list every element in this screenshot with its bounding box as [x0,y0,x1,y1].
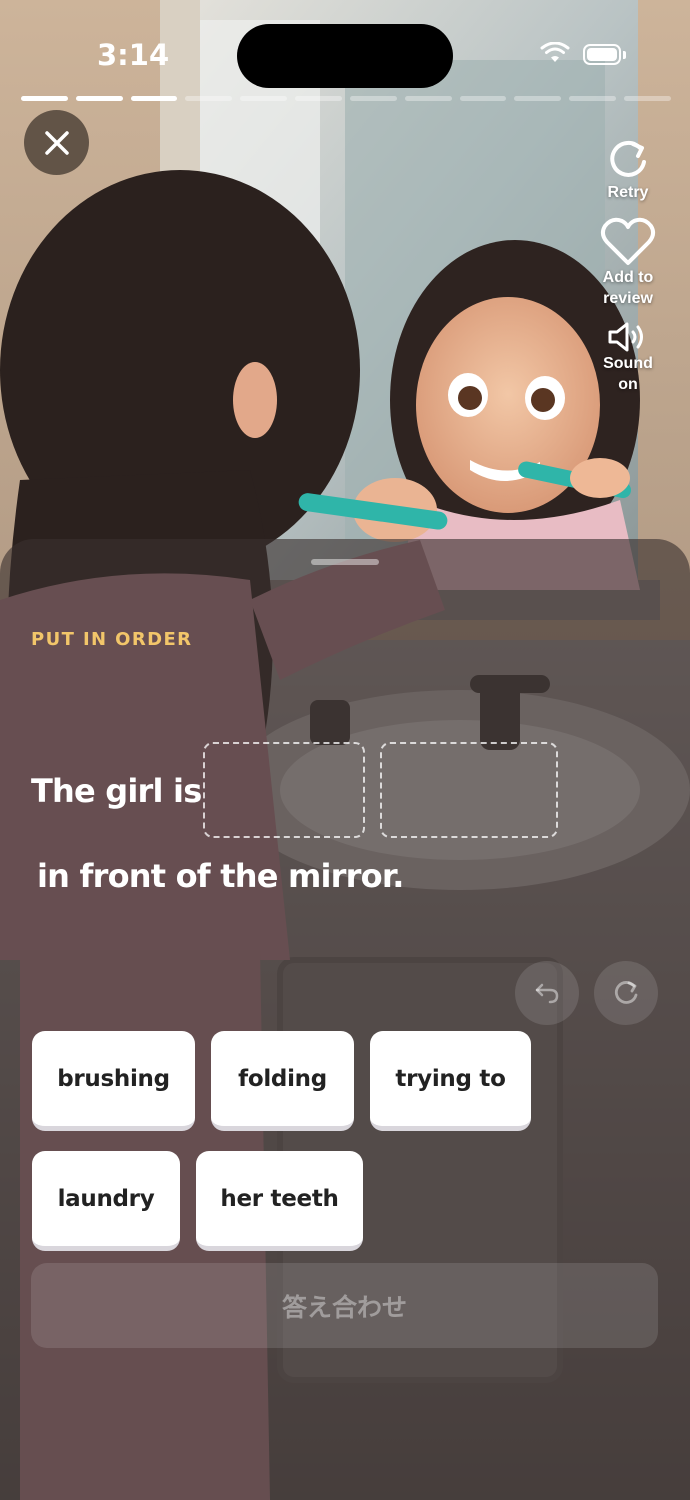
battery-icon [583,44,621,65]
side-actions: Retry Add to review Sound on [580,138,676,407]
word-chip-folding[interactable]: folding [211,1031,354,1131]
heart-icon [600,217,656,265]
sentence-end: in front of the mirror. [37,857,404,895]
redo-button[interactable] [594,961,658,1025]
progress-segment [21,96,68,101]
progress-segment [185,96,233,101]
retry-icon [610,140,646,177]
wifi-icon [540,42,570,62]
redo-icon [614,981,638,1004]
close-button[interactable] [24,110,89,175]
check-answer-button[interactable]: 答え合わせ [31,1263,658,1348]
add-to-review-button[interactable]: Add to review [593,215,663,309]
sheet-handle[interactable] [311,559,379,565]
progress-segment [240,96,288,101]
progress-segment [404,96,452,101]
progress-segment [624,96,671,101]
undo-icon [535,983,559,1004]
sound-label: Sound on [603,355,653,393]
exercise-sheet: PUT IN ORDER The girl is in front of the… [0,539,690,1500]
sentence-start: The girl is [31,772,202,810]
progress-segment [514,96,562,101]
retry-button[interactable]: Retry [607,138,649,203]
undo-button[interactable] [515,961,579,1025]
retry-label: Retry [607,184,649,201]
lesson-progress-bar [21,96,671,101]
status-time: 3:14 [97,38,170,72]
battery-tip [623,51,626,59]
progress-segment [349,96,397,101]
progress-segment [459,96,507,101]
word-chip-brushing[interactable]: brushing [32,1031,195,1131]
word-chip-her-teeth[interactable]: her teeth [196,1151,363,1251]
dynamic-island [237,24,453,88]
close-icon [44,130,69,155]
speaker-icon [608,322,643,352]
answer-slot-1[interactable] [203,742,365,838]
sound-toggle[interactable]: Sound on [598,321,658,395]
progress-segment [295,96,342,101]
progress-segment [75,96,123,101]
word-chip-laundry[interactable]: laundry [32,1151,180,1251]
progress-segment [569,96,617,101]
status-bar: 3:14 [0,0,690,100]
task-label: PUT IN ORDER [31,629,193,650]
progress-segment [130,96,178,101]
answer-slot-2[interactable] [380,742,558,838]
add-to-review-label: Add to review [602,269,654,307]
word-chip-trying-to[interactable]: trying to [370,1031,531,1131]
